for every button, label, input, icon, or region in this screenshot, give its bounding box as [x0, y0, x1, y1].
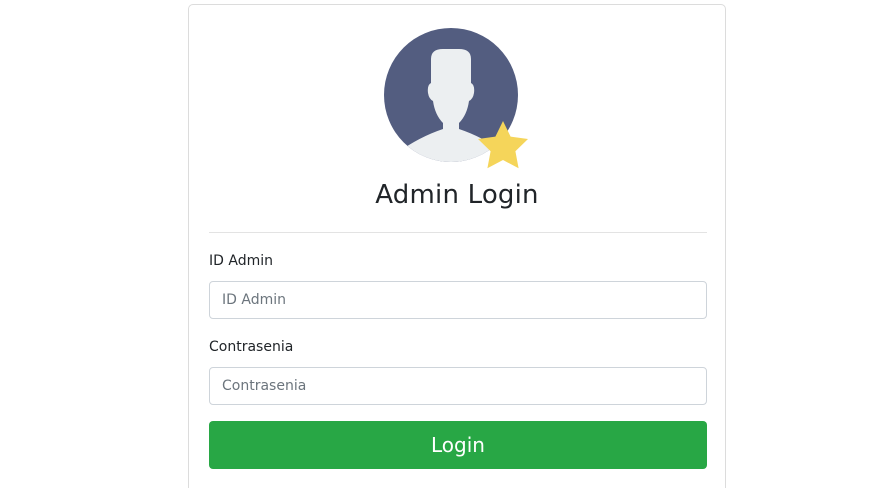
password-label: Contrasenia [209, 339, 294, 355]
password-input[interactable] [209, 367, 707, 405]
login-card: Admin Login ID Admin Contrasenia Login [188, 4, 726, 488]
login-button[interactable]: Login [209, 421, 707, 469]
divider [209, 232, 707, 233]
page: Admin Login ID Admin Contrasenia Login [0, 0, 876, 488]
admin-avatar [383, 27, 539, 177]
page-title: Admin Login [375, 180, 539, 210]
id-admin-label: ID Admin [209, 253, 273, 269]
id-admin-input[interactable] [209, 281, 707, 319]
admin-avatar-icon [384, 28, 528, 169]
